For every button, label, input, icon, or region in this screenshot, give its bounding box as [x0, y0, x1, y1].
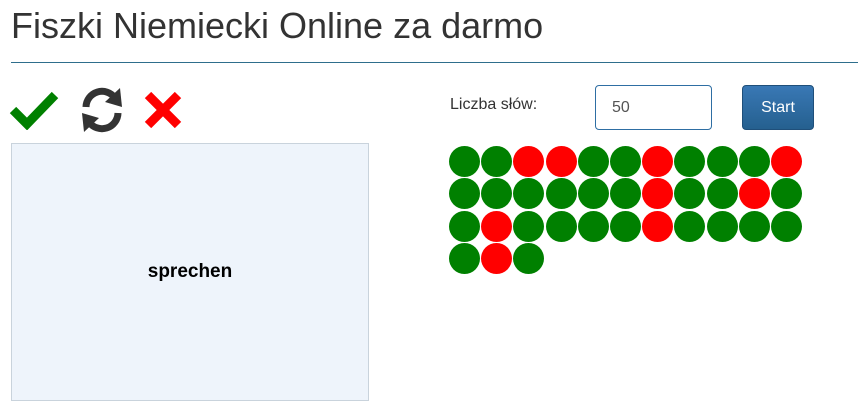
word-count-label: Liczba słów: [450, 96, 538, 113]
result-dot-correct [609, 146, 641, 177]
result-dot-correct [513, 243, 545, 275]
flip-card-button[interactable] [76, 84, 128, 136]
word-count-input[interactable] [595, 85, 712, 130]
page-title: Fiszki Niemiecki Online za darmo [11, 5, 544, 46]
result-dot-correct [545, 210, 577, 242]
result-dot-correct [449, 178, 480, 210]
result-dot-correct [674, 178, 706, 210]
flashcard-word: sprechen [147, 261, 233, 282]
result-dot-correct [609, 178, 641, 210]
result-dot-wrong [738, 178, 770, 210]
result-dot-correct [609, 210, 641, 242]
result-dot-correct [513, 210, 545, 242]
result-dot-wrong [481, 210, 513, 242]
result-dot-wrong [642, 178, 674, 210]
result-dot-correct [770, 210, 802, 242]
result-dot-correct [706, 146, 738, 177]
refresh-icon [82, 87, 122, 133]
result-dot-correct [481, 178, 513, 210]
result-dot-correct [577, 178, 609, 210]
close-icon [144, 91, 182, 129]
result-dot-wrong [481, 243, 513, 275]
result-dot-correct [706, 178, 738, 210]
header-divider [11, 62, 858, 63]
result-dot-correct [738, 146, 770, 177]
result-dot-correct [706, 210, 738, 242]
result-dot-correct [449, 146, 480, 177]
result-dot-wrong [770, 146, 802, 177]
start-button[interactable]: Start [742, 85, 814, 130]
result-dot-correct [545, 178, 577, 210]
result-dot-correct [674, 146, 706, 177]
result-dot-correct [738, 210, 770, 242]
result-dot-wrong [545, 146, 577, 177]
result-dot-correct [481, 146, 513, 177]
wrong-button[interactable] [137, 84, 189, 136]
result-dot-wrong [513, 146, 545, 177]
result-dot-correct [577, 210, 609, 242]
result-dot-wrong [642, 146, 674, 177]
checkmark-icon [9, 91, 59, 130]
results-grid [449, 146, 835, 276]
result-dot-correct [513, 178, 545, 210]
result-dot-correct [449, 243, 480, 275]
correct-button[interactable] [8, 84, 60, 136]
flashcard[interactable]: sprechen [11, 143, 369, 401]
result-dot-wrong [642, 210, 674, 242]
result-dot-correct [674, 210, 706, 242]
result-dot-correct [449, 210, 480, 242]
result-dot-correct [770, 178, 802, 210]
result-dot-correct [577, 146, 609, 177]
